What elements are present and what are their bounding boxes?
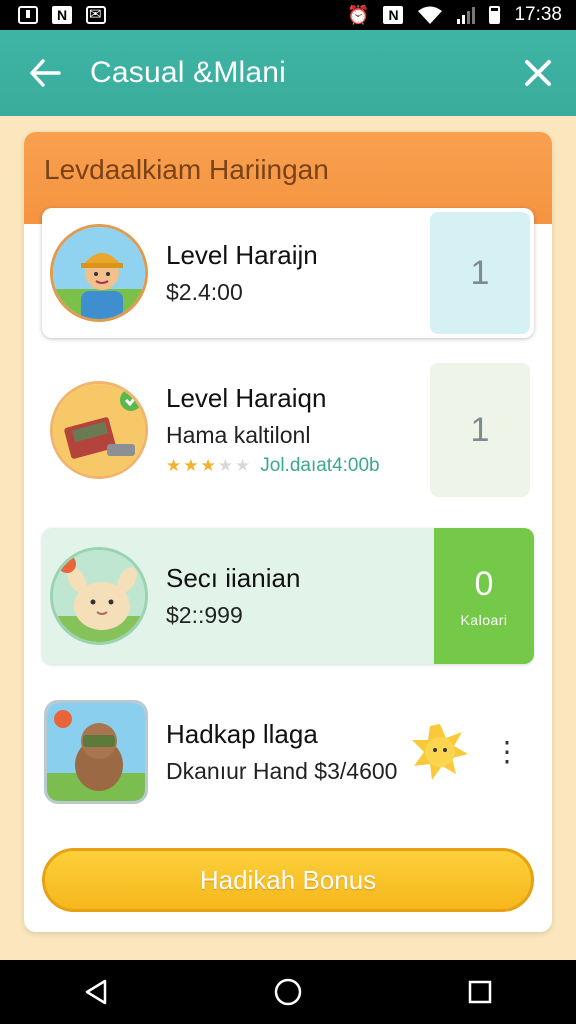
rank-badge: 0 Kaloari xyxy=(434,528,534,664)
app-bar: Casual &Mlani xyxy=(0,30,576,116)
sun-icon xyxy=(412,724,468,780)
item-title: Level Haraiqn xyxy=(166,383,327,413)
battery-icon xyxy=(489,6,501,24)
list-item[interactable]: Level Haraiqn Hama kaltilonl ★ ★ ★ ★ ★ J… xyxy=(42,360,534,500)
mail-icon xyxy=(86,5,106,24)
list-item[interactable]: Hadkap llaga Dkanıur Hand $3/4600 ⋮ xyxy=(42,692,534,812)
close-icon xyxy=(525,60,551,86)
item-title: Level Haraijn xyxy=(166,240,318,270)
n-app-icon xyxy=(52,6,72,24)
signal-icon xyxy=(457,6,476,24)
close-button[interactable] xyxy=(500,30,576,116)
rank-value: 1 xyxy=(470,410,490,449)
star-icon: ★ xyxy=(200,456,216,475)
leaderboard-card: Levdaalkiam Hariingan Level Haraijn $2.4… xyxy=(24,132,552,932)
item-title: Secı iianian xyxy=(166,563,301,593)
farmer-avatar xyxy=(50,224,148,322)
alarm-icon: ⏰ xyxy=(347,5,370,25)
item-subtitle: Dkanıur Hand $3/4600 xyxy=(166,758,398,784)
store-avatar xyxy=(50,381,148,479)
star-icon: ★ xyxy=(235,456,251,475)
rank-badge: 1 xyxy=(430,363,530,497)
rank-label: Kaloari xyxy=(460,611,508,628)
nav-home-button[interactable] xyxy=(258,967,318,1017)
recents-nav-icon xyxy=(468,980,492,1004)
download-icon xyxy=(18,6,38,24)
rank-value: 0 xyxy=(474,564,494,603)
rating-stars: ★ ★ ★ ★ ★ Jol.daıat4:00b xyxy=(166,455,430,477)
photo-icon xyxy=(383,6,404,24)
back-nav-icon xyxy=(85,979,107,1005)
wifi-icon xyxy=(418,6,443,24)
back-button[interactable] xyxy=(0,30,90,116)
more-options-button[interactable]: ⋮ xyxy=(492,738,522,766)
status-bar: ⏰ 17:38 xyxy=(0,0,576,30)
item-meta: Jol.daıat4:00b xyxy=(260,455,380,476)
list-item[interactable]: Secı iianian $2::999 0 Kaloari xyxy=(42,528,534,664)
bear-avatar xyxy=(44,700,148,804)
page-title: Casual &Mlani xyxy=(90,56,287,89)
star-icon: ★ xyxy=(183,456,199,475)
nav-back-button[interactable] xyxy=(66,967,126,1017)
star-icon: ★ xyxy=(166,456,182,475)
list-item[interactable]: Level Haraijn $2.4:00 1 xyxy=(42,208,534,338)
nav-recents-button[interactable] xyxy=(450,967,510,1017)
home-nav-icon xyxy=(274,978,302,1006)
item-subtitle: Hama kaltilonl xyxy=(166,422,311,448)
rank-badge: 1 xyxy=(430,212,530,334)
bunny-avatar xyxy=(50,547,148,645)
item-price: $2::999 xyxy=(166,602,243,628)
clock: 17:38 xyxy=(514,4,562,25)
bonus-button[interactable]: Hadikah Bonus xyxy=(42,848,534,912)
rank-value: 1 xyxy=(470,253,490,292)
back-arrow-icon xyxy=(30,59,61,87)
item-price: $2.4:00 xyxy=(166,279,243,305)
item-title: Hadkap llaga xyxy=(166,719,318,749)
system-nav-bar xyxy=(0,960,576,1024)
star-icon: ★ xyxy=(217,456,233,475)
